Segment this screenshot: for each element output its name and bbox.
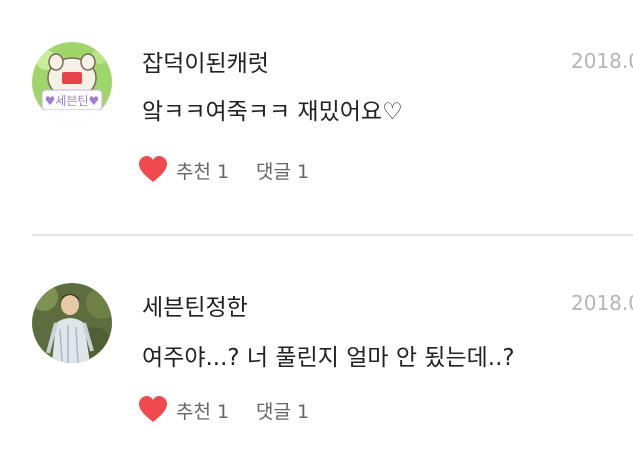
comment-author[interactable]: 세븐틴정한 [142,288,248,322]
like-button[interactable]: 추천 1 [176,397,229,424]
reply-button[interactable]: 댓글 1 [256,397,309,424]
avatar-image: ♥세븐틴♥ [32,42,112,122]
heart-icon[interactable] [138,155,168,183]
comment-item: 세븐틴정한 2018.0 여주야...? 너 풀린지 얼마 안 됬는데..? 추… [0,236,633,475]
like-button[interactable]: 추천 1 [176,157,229,184]
comment-date: 2018.0 [571,291,633,315]
avatar[interactable]: ♥세븐틴♥ [32,42,112,122]
avatar-badge-text: ♥세븐틴♥ [45,94,100,108]
comment-text: 앜ㅋㅋ여죽ㅋㅋ 재밌어요♡ [142,99,403,125]
avatar[interactable] [32,283,112,363]
comment-date: 2018.0 [571,49,633,73]
comment-author[interactable]: 잡덕이된캐럿 [142,44,269,78]
reply-button[interactable]: 댓글 1 [256,157,309,184]
heart-icon[interactable] [138,395,168,423]
comment-text: 여주야...? 너 풀린지 얼마 안 됬는데..? [142,345,515,371]
avatar-image [32,283,112,363]
comment-item: ♥세븐틴♥ 잡덕이된캐럿 2018.0 앜ㅋㅋ여죽ㅋㅋ 재밌어요♡ 추천 1 댓… [0,0,633,234]
